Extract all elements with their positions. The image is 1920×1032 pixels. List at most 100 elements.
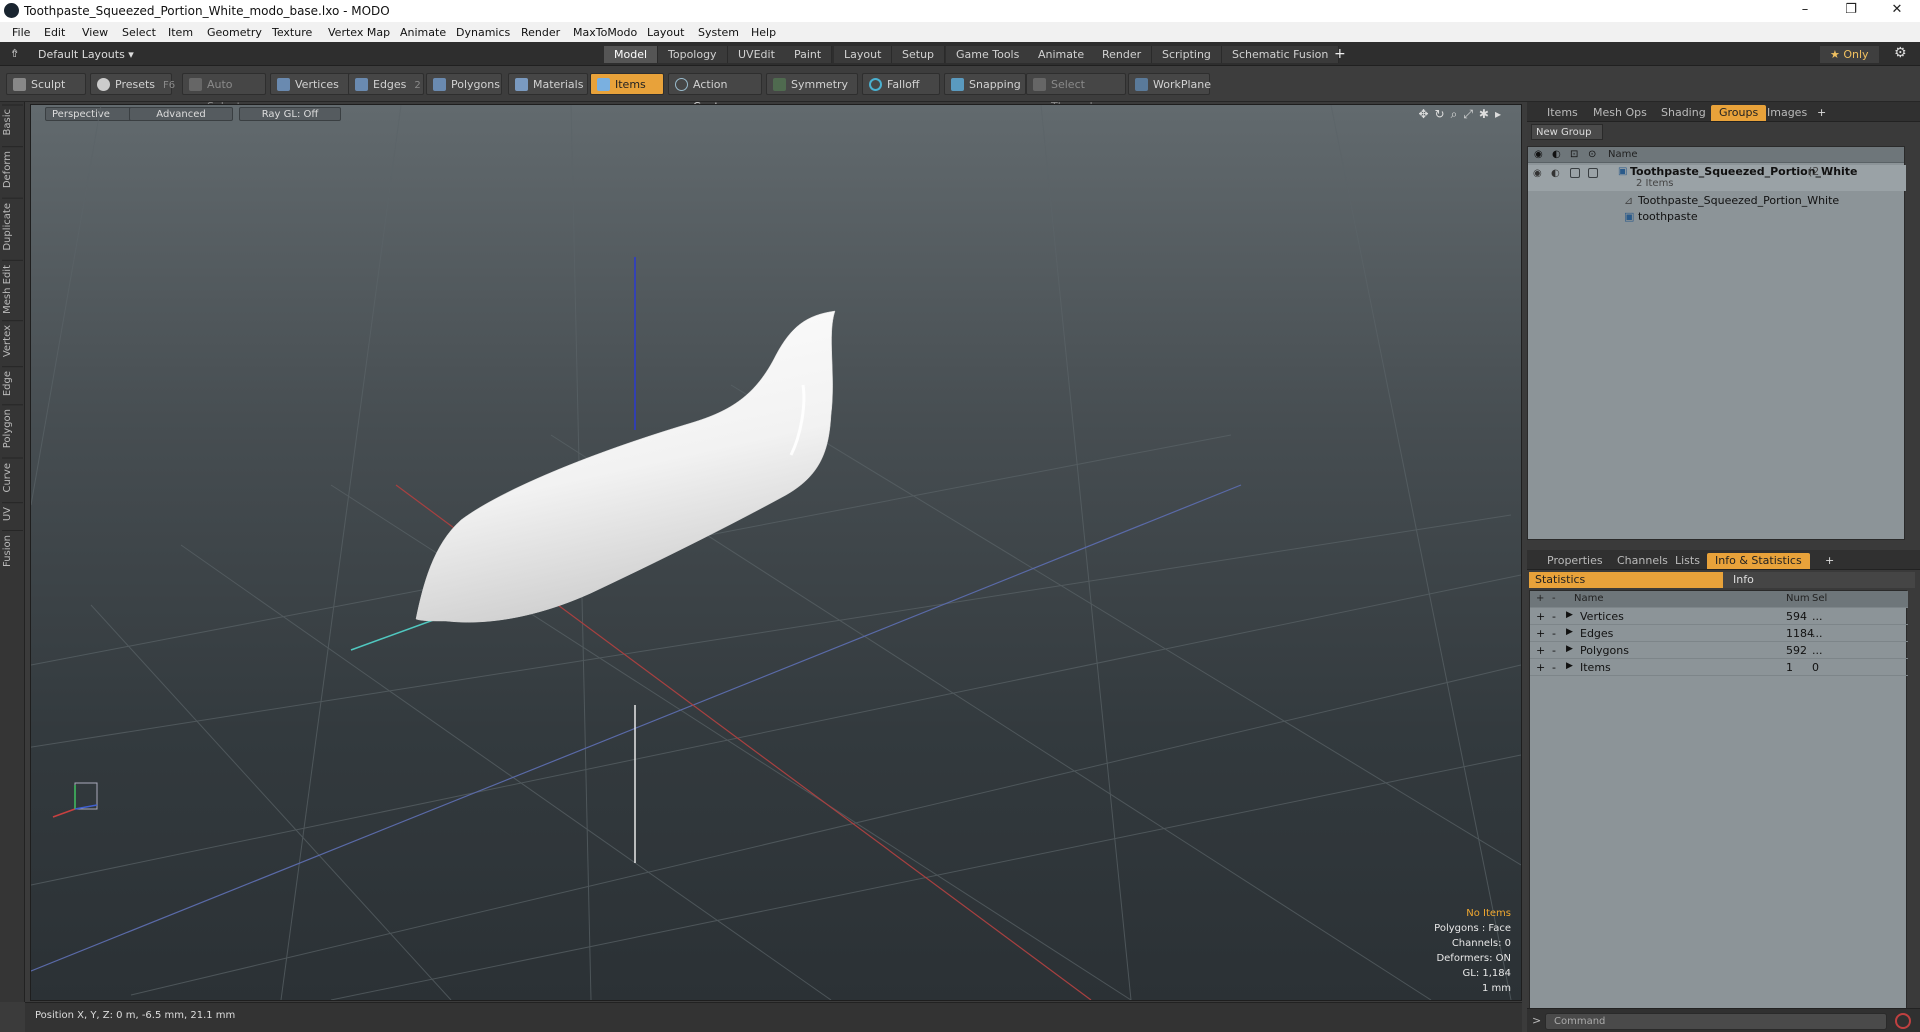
group-render-icon[interactable]: ◐	[1551, 168, 1560, 179]
vtab-duplicate[interactable]: Duplicate	[2, 198, 23, 255]
vertices-button[interactable]: Vertices1	[270, 73, 353, 95]
record-icon[interactable]	[1895, 1013, 1911, 1029]
table-row[interactable]: + - ▶ Polygons 592 ...	[1530, 642, 1908, 659]
tab-topology[interactable]: Topology	[658, 46, 728, 63]
only-toggle[interactable]: ★ Only	[1820, 46, 1879, 63]
menu-system[interactable]: System	[698, 26, 739, 39]
add-panel-tab-button[interactable]: +	[1809, 105, 1834, 121]
row-add-icon[interactable]: +	[1536, 661, 1545, 674]
statistics-subtab[interactable]: Statistics	[1529, 572, 1723, 588]
tab-properties[interactable]: Properties	[1539, 553, 1611, 569]
row-remove-icon[interactable]: -	[1552, 661, 1556, 674]
sculpt-button[interactable]: Sculpt	[6, 73, 86, 95]
menu-item[interactable]: Item	[168, 26, 193, 39]
tab-groups[interactable]: Groups	[1711, 105, 1767, 121]
3d-viewport[interactable]: Perspective Advanced Ray GL: Off ✥↻⌕⤢✱▸	[30, 104, 1522, 1001]
vtab-basic[interactable]: Basic	[2, 104, 23, 140]
row-expand-icon[interactable]: ▶	[1566, 610, 1573, 620]
tab-scripting[interactable]: Scripting	[1152, 46, 1222, 63]
table-row[interactable]: + - ▶ Edges 1184 ...	[1530, 625, 1908, 642]
row-remove-icon[interactable]: -	[1552, 610, 1556, 623]
row-expand-icon[interactable]: ▶	[1566, 644, 1573, 654]
tab-paint[interactable]: Paint	[784, 46, 833, 63]
toothpaste-mesh[interactable]	[415, 310, 836, 623]
action-center-button[interactable]: Action Center	[668, 73, 762, 113]
row-add-icon[interactable]: +	[1536, 627, 1545, 640]
workplane-button[interactable]: WorkPlane	[1128, 73, 1211, 95]
row-expand-icon[interactable]: ▶	[1566, 627, 1573, 637]
vtab-curve[interactable]: Curve	[2, 458, 23, 497]
default-layouts-dropdown[interactable]: Default Layouts ▾	[38, 48, 134, 61]
vtab-edge[interactable]: Edge	[2, 366, 23, 401]
tab-lists[interactable]: Lists	[1667, 553, 1708, 569]
menu-geometry[interactable]: Geometry	[207, 26, 262, 39]
row-remove-icon[interactable]: -	[1552, 644, 1556, 657]
add-tab-button[interactable]: +	[1334, 46, 1346, 62]
row-add-icon[interactable]: +	[1536, 610, 1545, 623]
auto-select-button[interactable]: Auto Select	[182, 73, 266, 113]
minimize-button[interactable]: –	[1782, 0, 1828, 22]
row-remove-icon[interactable]: -	[1552, 627, 1556, 640]
group-child-row[interactable]: ⊿ Toothpaste_Squeezed_Portion_White	[1528, 193, 1906, 209]
presets-button[interactable]: Presets F6	[90, 73, 175, 95]
menu-select[interactable]: Select	[122, 26, 156, 39]
group-row[interactable]: ◉ ◐ ▣ Toothpaste_Squeezed_Portion_White …	[1528, 165, 1906, 191]
command-input[interactable]: Command	[1545, 1013, 1887, 1030]
tab-shading[interactable]: Shading	[1653, 105, 1714, 121]
layout-expand-icon[interactable]: ⇮	[10, 47, 19, 60]
group-lock-checkbox[interactable]	[1570, 168, 1580, 178]
statistics-table[interactable]: + - Name Num Sel + - ▶ Vertices 594 ... + -…	[1529, 590, 1908, 1012]
menu-file[interactable]: File	[12, 26, 30, 39]
row-add-icon[interactable]: +	[1536, 644, 1545, 657]
group-child-row[interactable]: ▣ toothpaste	[1528, 209, 1906, 225]
vtab-uv[interactable]: UV	[2, 502, 23, 526]
collapse-all-icon[interactable]: -	[1552, 593, 1556, 604]
menu-dynamics[interactable]: Dynamics	[456, 26, 510, 39]
edges-button[interactable]: Edges 2	[348, 73, 424, 95]
group-tree[interactable]: ◉ ◐ ⊡ ⊙ Name ◉ ◐ ▣ Toothpaste_Squeezed_P…	[1527, 146, 1906, 540]
tab-channels[interactable]: Channels	[1609, 553, 1676, 569]
tab-mesh-ops[interactable]: Mesh Ops	[1585, 105, 1655, 121]
row-expand-icon[interactable]: ▶	[1566, 661, 1573, 671]
menu-maxtomodo[interactable]: MaxToModo	[573, 26, 637, 39]
close-button[interactable]: ✕	[1874, 0, 1920, 22]
tab-render[interactable]: Render	[1092, 46, 1153, 63]
tab-layout[interactable]: Layout	[834, 46, 893, 63]
group-select-checkbox[interactable]	[1588, 168, 1598, 178]
menu-layout[interactable]: Layout	[647, 26, 684, 39]
vtab-fusion[interactable]: Fusion	[2, 530, 23, 571]
falloff-button[interactable]: Falloff	[862, 73, 940, 95]
menu-view[interactable]: View	[82, 26, 108, 39]
info-subtab[interactable]: Info	[1723, 572, 1915, 588]
gear-icon[interactable]: ⚙	[1894, 45, 1907, 61]
menu-vertex-map[interactable]: Vertex Map	[328, 26, 390, 39]
vtab-polygon[interactable]: Polygon	[2, 404, 23, 453]
materials-button[interactable]: Materials	[508, 73, 588, 95]
tab-game-tools[interactable]: Game Tools	[946, 46, 1031, 63]
menu-texture[interactable]: Texture	[272, 26, 312, 39]
tab-setup[interactable]: Setup	[892, 46, 946, 63]
menu-help[interactable]: Help	[751, 26, 776, 39]
maximize-button[interactable]: ❐	[1828, 0, 1874, 22]
menu-animate[interactable]: Animate	[400, 26, 446, 39]
tab-animate[interactable]: Animate	[1028, 46, 1096, 63]
tab-info-statistics[interactable]: Info & Statistics	[1707, 553, 1810, 569]
menu-edit[interactable]: Edit	[44, 26, 65, 39]
tab-images[interactable]: Images	[1759, 105, 1815, 121]
items-button[interactable]: Items	[590, 73, 664, 95]
group-visibility-icon[interactable]: ◉	[1533, 168, 1542, 179]
add-panel-tab-button[interactable]: +	[1817, 553, 1842, 569]
table-row[interactable]: + - ▶ Vertices 594 ...	[1530, 608, 1908, 625]
tab-model[interactable]: Model	[604, 46, 659, 63]
select-through-button[interactable]: Select Through	[1026, 73, 1126, 113]
symmetry-button[interactable]: Symmetry	[766, 73, 858, 95]
tab-items[interactable]: Items	[1539, 105, 1586, 121]
table-row[interactable]: + - ▶ Items 1 0	[1530, 659, 1908, 676]
tab-schematic-fusion[interactable]: Schematic Fusion	[1222, 46, 1340, 63]
tab-uvedit[interactable]: UVEdit	[728, 46, 786, 63]
polygons-button[interactable]: Polygons	[426, 73, 502, 95]
vtab-vertex[interactable]: Vertex	[2, 320, 23, 362]
vtab-deform[interactable]: Deform	[2, 146, 23, 193]
vtab-mesh-edit[interactable]: Mesh Edit	[2, 260, 23, 318]
expand-all-icon[interactable]: +	[1536, 593, 1544, 604]
